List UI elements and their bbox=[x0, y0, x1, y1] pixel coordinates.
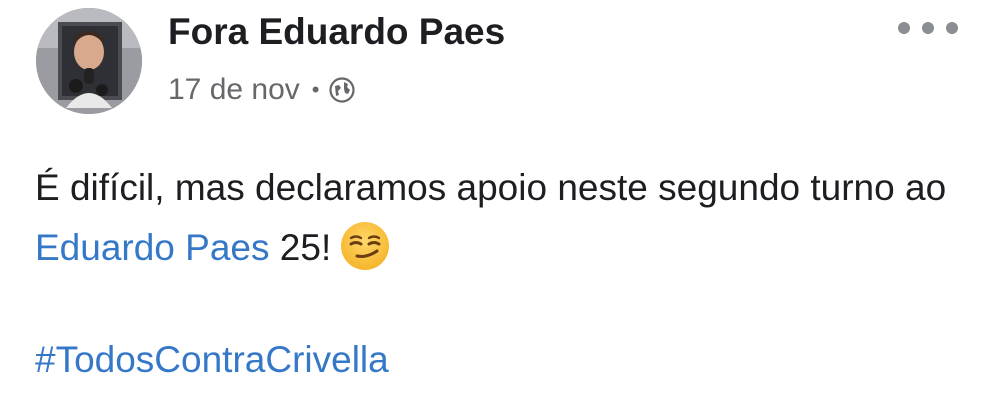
post-body: É difícil, mas declaramos apoio neste se… bbox=[35, 158, 975, 278]
globe-icon[interactable] bbox=[329, 77, 356, 103]
post-meta: 17 de nov • bbox=[168, 68, 356, 112]
profile-avatar[interactable] bbox=[36, 8, 142, 114]
meta-separator: • bbox=[311, 77, 320, 102]
post-author-name[interactable]: Fora Eduardo Paes bbox=[168, 8, 505, 56]
smirking-face-emoji-icon bbox=[339, 220, 391, 272]
more-dot bbox=[946, 22, 958, 34]
post-text-part1: É difícil, mas declaramos apoio neste se… bbox=[35, 167, 947, 208]
facebook-post: Fora Eduardo Paes 17 de nov • É difícil,… bbox=[0, 0, 1000, 408]
more-options-icon[interactable] bbox=[898, 10, 958, 46]
more-dot bbox=[898, 22, 910, 34]
post-text-part2: 25! bbox=[269, 227, 332, 268]
more-dot bbox=[922, 22, 934, 34]
hashtag-link[interactable]: #TodosContraCrivella bbox=[35, 330, 389, 390]
post-date[interactable]: 17 de nov bbox=[168, 73, 300, 107]
mention-link[interactable]: Eduardo Paes bbox=[35, 227, 270, 268]
